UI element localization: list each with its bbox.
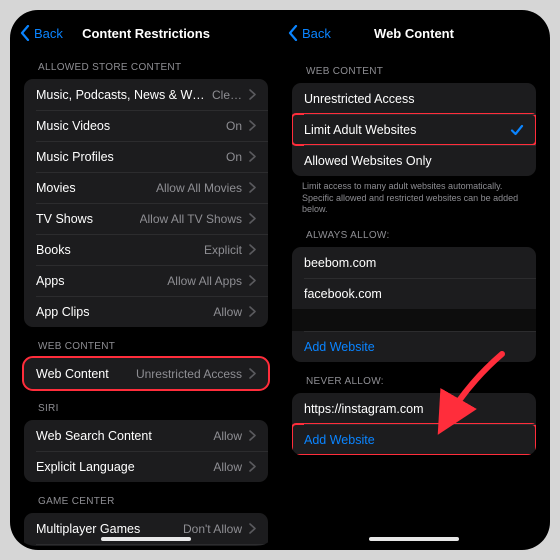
chevron-right-icon [249, 430, 256, 441]
add-website-never[interactable]: Add Website [292, 424, 536, 455]
row-value: Cle… [212, 88, 242, 102]
row-apps[interactable]: Apps Allow All Apps [24, 265, 268, 296]
chevron-right-icon [249, 182, 256, 193]
chevron-right-icon [249, 306, 256, 317]
row-tvshows[interactable]: TV Shows Allow All TV Shows [24, 203, 268, 234]
section-header-mode: WEB CONTENT [282, 52, 546, 83]
row-music-profiles[interactable]: Music Profiles On [24, 141, 268, 172]
row-value: Allow [213, 460, 242, 474]
row-label: beebom.com [304, 256, 524, 270]
group-siri: Web Search Content Allow Explicit Langua… [24, 420, 268, 482]
section-header-never: NEVER ALLOW: [282, 362, 546, 393]
row-label: https://instagram.com [304, 402, 524, 416]
row-label: TV Shows [36, 212, 134, 226]
row-value: Explicit [204, 243, 242, 257]
page-title: Web Content [374, 26, 454, 41]
empty-row [292, 309, 536, 331]
link-label: Add Website [304, 340, 375, 354]
group-web-content: Web Content Unrestricted Access [24, 358, 268, 389]
chevron-right-icon [249, 213, 256, 224]
back-button[interactable]: Back [20, 14, 63, 52]
chevron-right-icon [249, 120, 256, 131]
row-label: Movies [36, 181, 150, 195]
row-adding-friends[interactable]: Adding Friends Allow [24, 544, 268, 546]
row-value: Allow [213, 305, 242, 319]
row-label: Allowed Websites Only [304, 154, 524, 168]
chevron-left-icon [288, 25, 299, 41]
row-label: Unrestricted Access [304, 92, 524, 106]
row-label: Books [36, 243, 198, 257]
back-label: Back [302, 26, 331, 41]
row-label: Limit Adult Websites [304, 123, 510, 137]
row-label: Web Content [36, 367, 130, 381]
add-website-allow[interactable]: Add Website [292, 331, 536, 362]
row-value: Allow All TV Shows [140, 212, 243, 226]
content-scroll[interactable]: WEB CONTENT Unrestricted Access Limit Ad… [282, 52, 546, 546]
chevron-right-icon [249, 244, 256, 255]
row-web-search[interactable]: Web Search Content Allow [24, 420, 268, 451]
chevron-right-icon [249, 151, 256, 162]
option-limit-adult[interactable]: Limit Adult Websites [292, 114, 536, 145]
mode-description: Limit access to many adult websites auto… [282, 176, 546, 216]
section-header-store: ALLOWED STORE CONTENT [14, 52, 278, 79]
row-value: Don't Allow [183, 522, 242, 536]
row-appclips[interactable]: App Clips Allow [24, 296, 268, 327]
chevron-right-icon [249, 368, 256, 379]
home-indicator[interactable] [101, 537, 191, 541]
row-label: Music, Podcasts, News & Workouts [36, 88, 206, 102]
row-value: On [226, 119, 242, 133]
back-label: Back [34, 26, 63, 41]
group-always-allow: beebom.com facebook.com Add Website [292, 247, 536, 362]
page-title: Content Restrictions [82, 26, 210, 41]
row-label: Explicit Language [36, 460, 207, 474]
row-label: Web Search Content [36, 429, 207, 443]
phone-left: Back Content Restrictions ALLOWED STORE … [14, 14, 278, 546]
row-label: Multiplayer Games [36, 522, 177, 536]
row-value: On [226, 150, 242, 164]
back-button[interactable]: Back [288, 14, 331, 52]
option-allowed-only[interactable]: Allowed Websites Only [292, 145, 536, 176]
section-header-always: ALWAYS ALLOW: [282, 216, 546, 247]
row-label: Apps [36, 274, 161, 288]
allow-item[interactable]: facebook.com [292, 278, 536, 309]
row-label: Music Profiles [36, 150, 220, 164]
row-value: Allow All Movies [156, 181, 242, 195]
home-indicator[interactable] [369, 537, 459, 541]
row-music-videos[interactable]: Music Videos On [24, 110, 268, 141]
section-header-web: WEB CONTENT [14, 327, 278, 358]
row-books[interactable]: Books Explicit [24, 234, 268, 265]
never-item[interactable]: https://instagram.com [292, 393, 536, 424]
row-value: Allow All Apps [167, 274, 242, 288]
group-store: Music, Podcasts, News & Workouts Cle… Mu… [24, 79, 268, 327]
row-label: Music Videos [36, 119, 220, 133]
navbar: Back Content Restrictions [14, 14, 278, 52]
navbar: Back Web Content [282, 14, 546, 52]
group-gamecenter: Multiplayer Games Don't Allow Adding Fri… [24, 513, 268, 546]
group-mode: Unrestricted Access Limit Adult Websites… [292, 83, 536, 176]
checkmark-icon [510, 123, 524, 137]
row-label: App Clips [36, 305, 207, 319]
group-never-allow: https://instagram.com Add Website [292, 393, 536, 455]
link-label: Add Website [304, 433, 375, 447]
section-header-siri: SIRI [14, 389, 278, 420]
allow-item[interactable]: beebom.com [292, 247, 536, 278]
row-music-podcasts[interactable]: Music, Podcasts, News & Workouts Cle… [24, 79, 268, 110]
chevron-right-icon [249, 275, 256, 286]
two-phone-stage: Back Content Restrictions ALLOWED STORE … [10, 10, 550, 550]
row-explicit-language[interactable]: Explicit Language Allow [24, 451, 268, 482]
chevron-left-icon [20, 25, 31, 41]
chevron-right-icon [249, 523, 256, 534]
phone-right: Back Web Content WEB CONTENT Unrestricte… [282, 14, 546, 546]
row-label: facebook.com [304, 287, 524, 301]
option-unrestricted[interactable]: Unrestricted Access [292, 83, 536, 114]
section-header-gamecenter: GAME CENTER [14, 482, 278, 513]
row-web-content[interactable]: Web Content Unrestricted Access [24, 358, 268, 389]
content-scroll[interactable]: ALLOWED STORE CONTENT Music, Podcasts, N… [14, 52, 278, 546]
row-value: Allow [213, 429, 242, 443]
chevron-right-icon [249, 461, 256, 472]
row-value: Unrestricted Access [136, 367, 242, 381]
chevron-right-icon [249, 89, 256, 100]
row-movies[interactable]: Movies Allow All Movies [24, 172, 268, 203]
